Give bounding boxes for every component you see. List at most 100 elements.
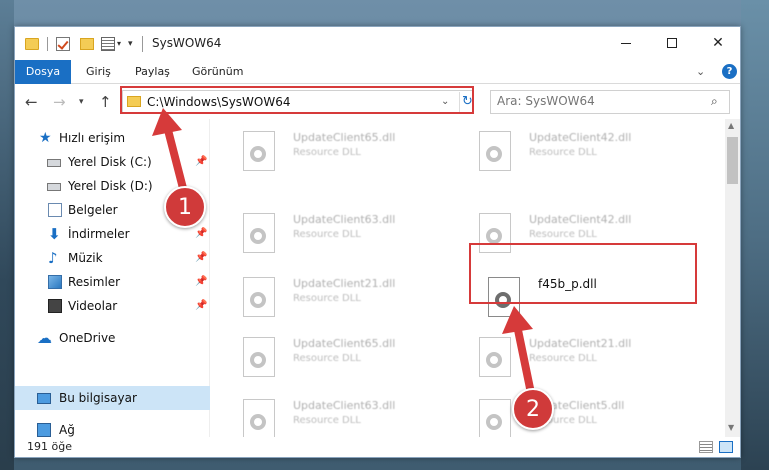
explorer-window: ▾ ▾ SysWOW64 ✕ Dosya Giriş Paylaş Görünü… bbox=[14, 26, 741, 458]
file-type: Resource DLL bbox=[529, 147, 597, 158]
file-name: UpdateClient65.dll bbox=[293, 131, 396, 144]
sidebar-item-this-pc[interactable]: Bu bilgisayar bbox=[15, 386, 210, 410]
window-title: SysWOW64 bbox=[152, 36, 222, 50]
search-input[interactable] bbox=[497, 94, 697, 108]
desktop-background-left bbox=[0, 0, 14, 470]
sidebar-item-music[interactable]: ♪ Müzik 📌 bbox=[15, 246, 210, 270]
pin-icon[interactable]: 📌 bbox=[195, 294, 207, 318]
refresh-icon[interactable]: ↻ bbox=[459, 92, 475, 112]
file-name: UpdateClient63.dll bbox=[293, 399, 396, 412]
item-count: 191 öğe bbox=[27, 440, 72, 453]
status-bar: 191 öğe bbox=[15, 437, 740, 457]
divider bbox=[142, 36, 143, 52]
dll-file-icon bbox=[479, 213, 511, 253]
sidebar-item-label: Resimler bbox=[68, 275, 121, 289]
recent-locations-icon[interactable]: ▾ bbox=[79, 97, 84, 107]
scroll-down-icon[interactable]: ▼ bbox=[728, 423, 734, 432]
dll-file-icon bbox=[243, 399, 275, 437]
chevron-down-icon[interactable]: ⌄ bbox=[441, 96, 449, 107]
file-type: Resource DLL bbox=[529, 353, 597, 364]
file-item[interactable]: UpdateClient63.dll Resource DLL bbox=[221, 395, 451, 437]
dll-file-icon bbox=[243, 213, 275, 253]
customize-quick-access-icon[interactable]: ▾ bbox=[128, 39, 133, 49]
downloads-icon: ⬇ bbox=[48, 225, 61, 243]
sidebar-item-label: Müzik bbox=[68, 251, 103, 265]
file-type: Resource DLL bbox=[293, 147, 361, 158]
file-item[interactable]: UpdateClient5.dll Resource DLL bbox=[457, 395, 687, 437]
address-bar[interactable]: C:\Windows\SysWOW64 ⌄ ↻ bbox=[122, 90, 474, 114]
folder-icon bbox=[127, 96, 141, 107]
file-item[interactable]: UpdateClient63.dll Resource DLL bbox=[221, 209, 451, 263]
tab-view[interactable]: Görünüm bbox=[182, 60, 253, 84]
sidebar-item-label: Yerel Disk (D:) bbox=[68, 179, 153, 193]
expand-ribbon-icon[interactable]: ⌄ bbox=[696, 65, 705, 78]
dll-file-icon bbox=[243, 131, 275, 171]
videos-icon bbox=[48, 299, 62, 313]
tab-home[interactable]: Giriş bbox=[76, 60, 121, 84]
file-name: UpdateClient65.dll bbox=[293, 337, 396, 350]
search-icon[interactable]: ⌕ bbox=[711, 94, 718, 109]
sidebar-item-label: Bu bilgisayar bbox=[59, 391, 137, 405]
file-item[interactable]: UpdateClient65.dll Resource DLL bbox=[221, 127, 451, 181]
up-arrow-icon[interactable]: ↑ bbox=[99, 93, 112, 111]
navigation-bar: ← → ▾ ↑ C:\Windows\SysWOW64 ⌄ ↻ ⌕ bbox=[15, 85, 740, 119]
close-button[interactable]: ✕ bbox=[695, 27, 741, 60]
divider bbox=[47, 37, 48, 51]
address-path[interactable]: C:\Windows\SysWOW64 bbox=[147, 95, 291, 109]
minimize-button[interactable] bbox=[603, 27, 649, 60]
sidebar-item-pictures[interactable]: Resimler 📌 bbox=[15, 270, 210, 294]
file-name: UpdateClient21.dll bbox=[293, 277, 396, 290]
file-name: UpdateClient42.dll bbox=[529, 131, 632, 144]
sidebar-item-label: Belgeler bbox=[68, 203, 118, 217]
file-item[interactable]: UpdateClient21.dll Resource DLL bbox=[221, 273, 451, 327]
pin-icon[interactable]: 📌 bbox=[195, 270, 207, 294]
file-item[interactable]: UpdateClient65.dll Resource DLL bbox=[221, 333, 451, 387]
pin-icon[interactable]: 📌 bbox=[195, 222, 207, 246]
forward-arrow-icon[interactable]: → bbox=[53, 93, 66, 111]
dll-file-icon bbox=[479, 131, 511, 171]
sidebar-item-quick-access[interactable]: ★ Hızlı erişim bbox=[15, 126, 210, 150]
vertical-scrollbar[interactable]: ▲ ▼ bbox=[725, 119, 740, 437]
file-name: f45b_p.dll bbox=[538, 277, 597, 291]
cloud-icon: ☁ bbox=[37, 329, 52, 347]
scroll-thumb[interactable] bbox=[727, 137, 738, 184]
back-arrow-icon[interactable]: ← bbox=[25, 93, 38, 111]
computer-icon bbox=[37, 393, 51, 404]
chevron-down-icon[interactable]: ▾ bbox=[117, 39, 121, 48]
step-2-badge: 2 bbox=[512, 388, 554, 430]
help-icon[interactable]: ? bbox=[722, 64, 737, 79]
file-item-f45b-p-dll[interactable]: f45b_p.dll bbox=[466, 273, 696, 327]
ribbon-tabs: Dosya Giriş Paylaş Görünüm ⌄ ? bbox=[15, 60, 740, 84]
dll-file-icon bbox=[243, 277, 275, 317]
file-item[interactable]: UpdateClient42.dll Resource DLL bbox=[457, 127, 687, 181]
sidebar-item-label: İndirmeler bbox=[68, 227, 130, 241]
file-type: Resource DLL bbox=[293, 293, 361, 304]
pin-icon[interactable]: 📌 bbox=[195, 150, 207, 174]
sidebar-item-label: Yerel Disk (C:) bbox=[68, 155, 152, 169]
file-list: UpdateClient65.dll Resource DLL UpdateCl… bbox=[211, 119, 725, 437]
scroll-up-icon[interactable]: ▲ bbox=[728, 121, 734, 130]
details-view-icon[interactable] bbox=[699, 441, 713, 453]
file-name: UpdateClient21.dll bbox=[529, 337, 632, 350]
rename-icon[interactable] bbox=[101, 37, 115, 51]
search-box[interactable]: ⌕ bbox=[490, 90, 730, 114]
sidebar-item-label: Hızlı erişim bbox=[59, 131, 126, 145]
tab-share[interactable]: Paylaş bbox=[125, 60, 180, 84]
new-folder-icon[interactable] bbox=[80, 38, 94, 50]
star-icon: ★ bbox=[39, 130, 52, 146]
pin-icon[interactable]: 📌 bbox=[195, 246, 207, 270]
dll-file-icon bbox=[479, 337, 511, 377]
file-type: Resource DLL bbox=[293, 229, 361, 240]
sidebar-item-label: Videolar bbox=[68, 299, 118, 313]
navigation-pane: ★ Hızlı erişim Yerel Disk (C:) 📌 Yerel D… bbox=[15, 119, 210, 437]
file-item[interactable]: UpdateClient21.dll Resource DLL bbox=[457, 333, 687, 387]
file-item[interactable]: UpdateClient42.dll Resource DLL bbox=[457, 209, 687, 263]
sidebar-item-local-disk-c[interactable]: Yerel Disk (C:) 📌 bbox=[15, 150, 210, 174]
maximize-button[interactable] bbox=[649, 27, 695, 60]
sidebar-item-onedrive[interactable]: ☁ OneDrive bbox=[15, 326, 210, 350]
drive-icon bbox=[47, 183, 61, 191]
tab-file[interactable]: Dosya bbox=[15, 60, 71, 84]
sidebar-item-videos[interactable]: Videolar 📌 bbox=[15, 294, 210, 318]
large-icons-view-icon[interactable] bbox=[719, 441, 733, 453]
properties-check-icon[interactable] bbox=[56, 37, 70, 51]
